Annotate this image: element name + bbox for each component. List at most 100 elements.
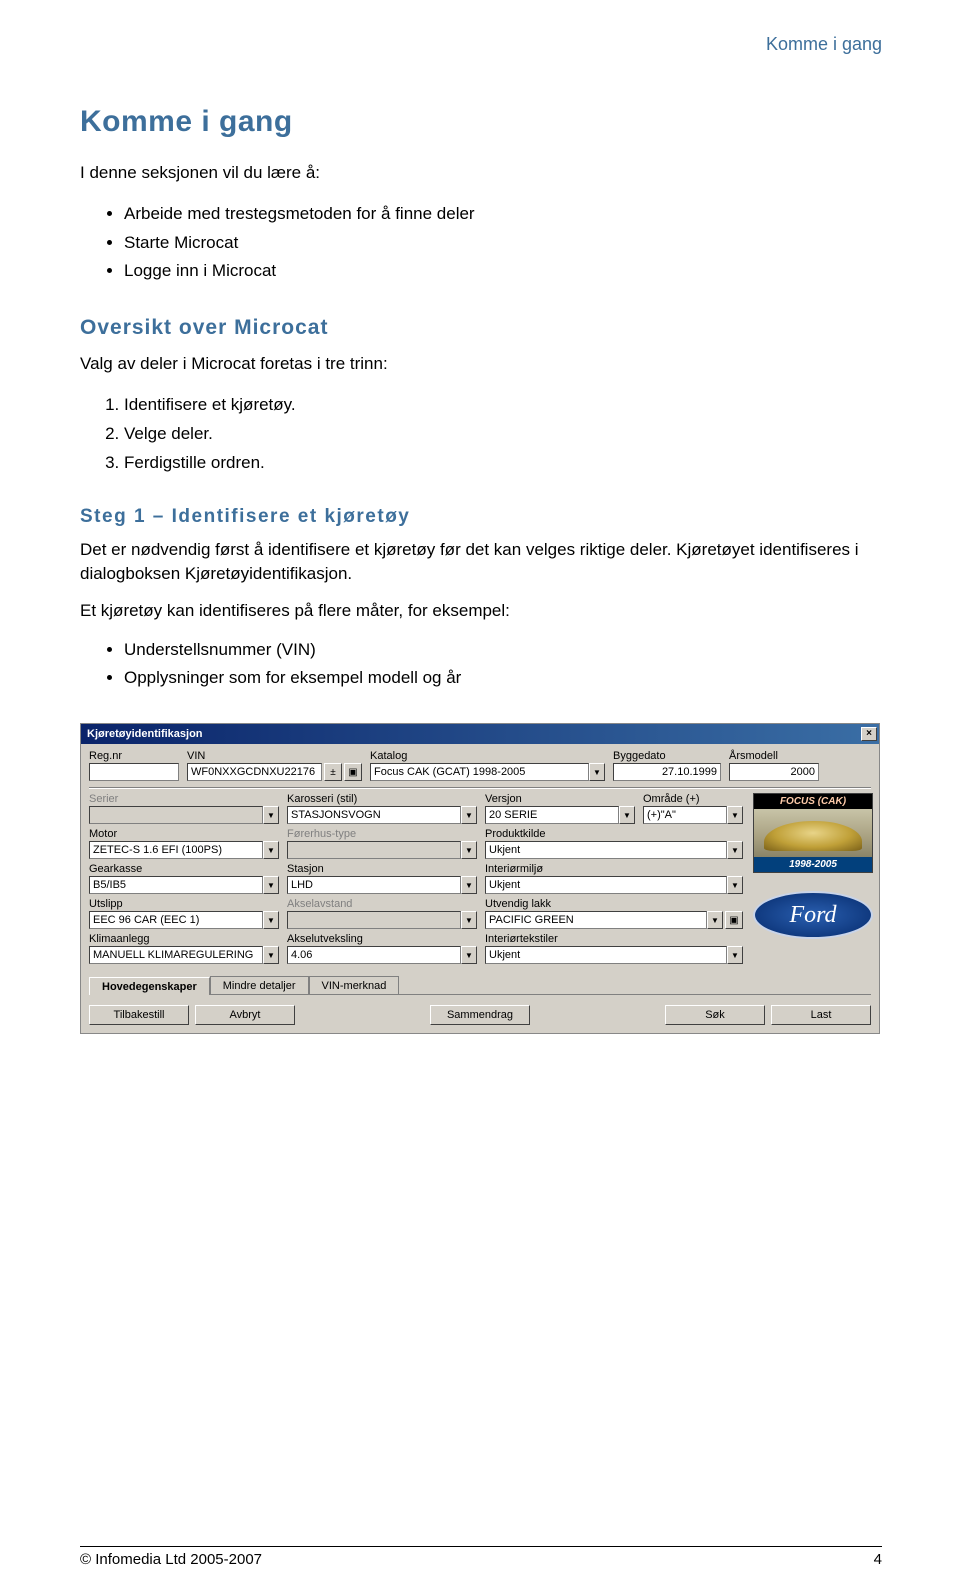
- tab-vin-merknad[interactable]: VIN-merknad: [309, 976, 400, 994]
- vehicle-thumb-title: FOCUS (CAK): [754, 794, 872, 809]
- label-produktkilde: Produktkilde: [485, 828, 743, 840]
- omrade-input[interactable]: [643, 806, 727, 824]
- vehicle-thumbnail: FOCUS (CAK) 1998-2005: [753, 793, 873, 873]
- last-button[interactable]: Last: [771, 1005, 871, 1025]
- akselavstand-input: [287, 911, 461, 929]
- section-header: Komme i gang: [80, 34, 882, 55]
- label-omrade: Område (+): [643, 793, 743, 805]
- dropdown-icon[interactable]: ▼: [727, 946, 743, 964]
- label-motor: Motor: [89, 828, 279, 840]
- sok-button[interactable]: Søk: [665, 1005, 765, 1025]
- tab-mindre-detaljer[interactable]: Mindre detaljer: [210, 976, 309, 994]
- label-utslipp: Utslipp: [89, 898, 279, 910]
- dropdown-icon: ▼: [461, 911, 477, 929]
- dropdown-icon[interactable]: ▼: [461, 876, 477, 894]
- akselutveksling-input[interactable]: [287, 946, 461, 964]
- vehicle-id-dialog: Kjøretøyidentifikasjon × Reg.nr VIN ± ▣: [80, 723, 880, 1034]
- label-stasjon: Stasjon: [287, 863, 477, 875]
- section-heading-steg1: Steg 1 – Identifisere et kjøretøy: [80, 506, 882, 528]
- steps-list: Identifisere et kjøretøy. Velge deler. F…: [80, 391, 882, 478]
- sammendrag-button[interactable]: Sammendrag: [430, 1005, 530, 1025]
- arsmodell-input[interactable]: [729, 763, 819, 781]
- bullet-item: Arbeide med trestegsmetoden for å finne …: [124, 200, 882, 229]
- dialog-title: Kjøretøyidentifikasjon: [87, 728, 203, 740]
- label-klimaanlegg: Klimaanlegg: [89, 933, 279, 945]
- label-forerhus: Førerhus-type: [287, 828, 477, 840]
- label-byggedato: Byggedato: [613, 750, 721, 762]
- paint-lookup-icon[interactable]: ▣: [725, 911, 743, 929]
- steg1-bullets: Understellsnummer (VIN) Opplysninger som…: [80, 636, 882, 694]
- label-vin: VIN: [187, 750, 362, 762]
- label-gearkasse: Gearkasse: [89, 863, 279, 875]
- dropdown-icon: ▼: [263, 806, 279, 824]
- produktkilde-input[interactable]: [485, 841, 727, 859]
- katalog-input[interactable]: [370, 763, 589, 781]
- label-katalog: Katalog: [370, 750, 605, 762]
- gearkasse-input[interactable]: [89, 876, 263, 894]
- regnr-input[interactable]: [89, 763, 179, 781]
- label-utvendiglakk: Utvendig lakk: [485, 898, 743, 910]
- label-akselavstand: Akselavstand: [287, 898, 477, 910]
- klimaanlegg-input[interactable]: [89, 946, 263, 964]
- utslipp-input[interactable]: [89, 911, 263, 929]
- dropdown-icon[interactable]: ▼: [619, 806, 635, 824]
- utvendiglakk-input[interactable]: [485, 911, 707, 929]
- copyright-text: © Infomedia Ltd 2005-2007: [80, 1551, 262, 1568]
- interiormiljo-input[interactable]: [485, 876, 727, 894]
- section-heading-oversikt: Oversikt over Microcat: [80, 316, 882, 340]
- karosseri-input[interactable]: [287, 806, 461, 824]
- stasjon-input[interactable]: [287, 876, 461, 894]
- dialog-footer: Tilbakestill Avbryt Sammendrag Søk Last: [81, 999, 879, 1033]
- dropdown-icon[interactable]: ▼: [461, 946, 477, 964]
- dropdown-icon: ▼: [461, 841, 477, 859]
- label-arsmodell: Årsmodell: [729, 750, 819, 762]
- label-interiortekstiler: Interiørtekstiler: [485, 933, 743, 945]
- dropdown-icon[interactable]: ▼: [727, 841, 743, 859]
- page-footer: © Infomedia Ltd 2005-2007 4: [80, 1546, 882, 1568]
- interiortekstiler-input[interactable]: [485, 946, 727, 964]
- byggedato-input[interactable]: [613, 763, 721, 781]
- ford-logo-icon: Ford: [753, 891, 873, 939]
- section1-lead: Valg av deler i Microcat foretas i tre t…: [80, 352, 882, 377]
- dropdown-icon[interactable]: ▼: [727, 876, 743, 894]
- label-regnr: Reg.nr: [89, 750, 179, 762]
- dropdown-icon[interactable]: ▼: [263, 946, 279, 964]
- serier-input: [89, 806, 263, 824]
- close-icon[interactable]: ×: [861, 727, 877, 741]
- dropdown-icon[interactable]: ▼: [263, 911, 279, 929]
- step-item: Ferdigstille ordren.: [124, 449, 882, 478]
- steg1-p1: Det er nødvendig først å identifisere et…: [80, 538, 882, 587]
- vin-lookup-icon[interactable]: ▣: [344, 763, 362, 781]
- avbryt-button[interactable]: Avbryt: [195, 1005, 295, 1025]
- versjon-input[interactable]: [485, 806, 619, 824]
- page-number: 4: [874, 1551, 882, 1568]
- page-title: Komme i gang: [80, 105, 882, 139]
- dropdown-icon[interactable]: ▼: [727, 806, 743, 824]
- dropdown-icon[interactable]: ▼: [263, 841, 279, 859]
- bullet-item: Starte Microcat: [124, 229, 882, 258]
- step-item: Velge deler.: [124, 420, 882, 449]
- dropdown-icon[interactable]: ▼: [461, 806, 477, 824]
- label-serier: Serier: [89, 793, 279, 805]
- bullet-item: Understellsnummer (VIN): [124, 636, 882, 665]
- step-item: Identifisere et kjøretøy.: [124, 391, 882, 420]
- vin-input[interactable]: [187, 763, 322, 781]
- divider: [89, 787, 871, 789]
- bullet-item: Opplysninger som for eksempel modell og …: [124, 664, 882, 693]
- tab-hovedegenskaper[interactable]: Hovedegenskaper: [89, 977, 210, 995]
- dropdown-icon[interactable]: ▼: [707, 911, 723, 929]
- label-interiormiljo: Interiørmiljø: [485, 863, 743, 875]
- bullet-item: Logge inn i Microcat: [124, 257, 882, 286]
- intro-bullet-list: Arbeide med trestegsmetoden for å finne …: [80, 200, 882, 287]
- dropdown-icon[interactable]: ▼: [589, 763, 605, 781]
- dropdown-icon[interactable]: ▼: [263, 876, 279, 894]
- tabs-row: Hovedegenskaper Mindre detaljer VIN-merk…: [89, 976, 871, 995]
- motor-input[interactable]: [89, 841, 263, 859]
- car-image-icon: [754, 809, 872, 857]
- vehicle-thumb-years: 1998-2005: [754, 857, 872, 872]
- label-karosseri: Karosseri (stil): [287, 793, 477, 805]
- steg1-p2: Et kjøretøy kan identifiseres på flere m…: [80, 599, 882, 624]
- tilbakestill-button[interactable]: Tilbakestill: [89, 1005, 189, 1025]
- vin-history-icon[interactable]: ±: [324, 763, 342, 781]
- dialog-titlebar: Kjøretøyidentifikasjon ×: [81, 724, 879, 744]
